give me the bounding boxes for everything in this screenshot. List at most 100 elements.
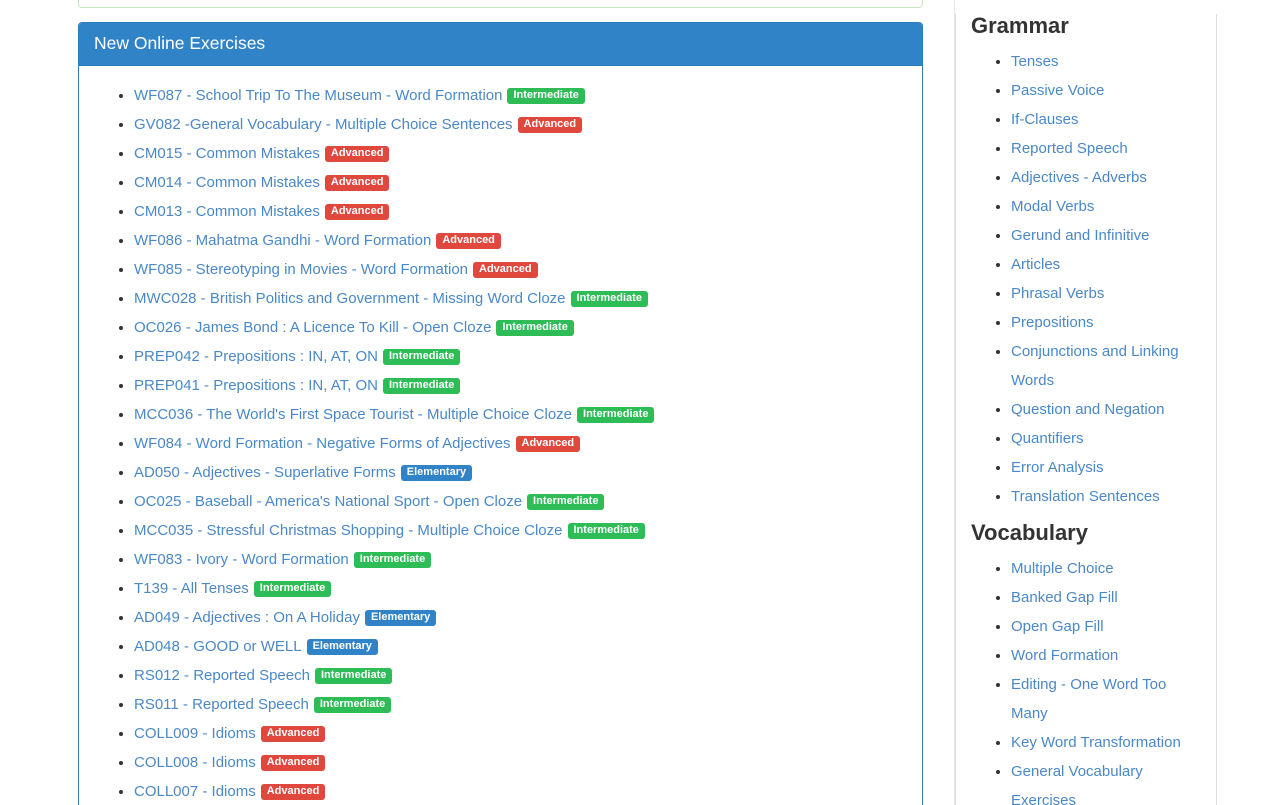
sidebar-item-tenses[interactable]: Tenses [1011,53,1059,70]
list-item: Phrasal Verbs [1011,279,1201,308]
list-item: CM015 - Common Mistakes Advanced [134,139,907,168]
exercise-link[interactable]: CM015 - Common Mistakes [134,145,320,162]
level-badge: Intermediate [314,697,391,713]
exercise-link[interactable]: CM014 - Common Mistakes [134,174,320,191]
new-online-exercises-panel-body: WF087 - School Trip To The Museum - Word… [79,66,922,805]
list-item: Tenses [1011,47,1201,76]
level-badge: Intermediate [527,494,604,510]
sidebar-item-key-word-transformation[interactable]: Key Word Transformation [1011,734,1181,751]
sidebar-item-modal-verbs[interactable]: Modal Verbs [1011,198,1094,215]
exercise-link[interactable]: PREP042 - Prepositions : IN, AT, ON [134,348,378,365]
exercise-link[interactable]: OC025 - Baseball - America's National Sp… [134,493,522,510]
list-item: MCC035 - Stressful Christmas Shopping - … [134,516,907,545]
list-item: WF087 - School Trip To The Museum - Word… [134,81,907,110]
sidebar-item-prepositions[interactable]: Prepositions [1011,314,1094,331]
sidebar-item-general-vocabulary-exercises[interactable]: General Vocabulary Exercises [1011,763,1143,805]
sidebar-item-multiple-choice[interactable]: Multiple Choice [1011,560,1114,577]
list-item: OC025 - Baseball - America's National Sp… [134,487,907,516]
exercise-link[interactable]: MCC036 - The World's First Space Tourist… [134,406,572,423]
main-content-column: New Online Exercises WF087 - School Trip… [78,0,923,805]
exercise-link[interactable]: WF087 - School Trip To The Museum - Word… [134,87,502,104]
page-title: New Online Exercises [94,34,907,53]
sidebar-item-passive-voice[interactable]: Passive Voice [1011,82,1104,99]
exercise-link[interactable]: COLL009 - Idioms [134,725,256,742]
vocabulary-link-list: Multiple Choice Banked Gap Fill Open Gap F… [971,554,1201,805]
level-badge: Intermediate [571,291,648,307]
list-item: CM013 - Common Mistakes Advanced [134,197,907,226]
exercise-link[interactable]: WF084 - Word Formation - Negative Forms … [134,435,511,452]
sidebar-item-open-gap-fill[interactable]: Open Gap Fill [1011,618,1104,635]
list-item: COLL007 - Idioms Advanced [134,777,907,805]
exercise-link[interactable]: RS012 - Reported Speech [134,667,310,684]
exercise-link[interactable]: AD050 - Adjectives - Superlative Forms [134,464,396,481]
level-badge: Intermediate [383,349,460,365]
level-badge: Intermediate [354,552,431,568]
exercise-link[interactable]: WF083 - Ivory - Word Formation [134,551,349,568]
exercise-link[interactable]: CM013 - Common Mistakes [134,203,320,220]
list-item: Translation Sentences [1011,482,1201,511]
exercise-list: WF087 - School Trip To The Museum - Word… [94,81,907,805]
list-item: OC026 - James Bond : A Licence To Kill -… [134,313,907,342]
list-item: Quantifiers [1011,424,1201,453]
list-item: MCC036 - The World's First Space Tourist… [134,400,907,429]
exercise-link[interactable]: COLL007 - Idioms [134,783,256,800]
level-badge: Intermediate [568,523,645,539]
list-item: AD050 - Adjectives - Superlative Forms El… [134,458,907,487]
level-badge: Intermediate [577,407,654,423]
sidebar-item-gerund-and-infinitive[interactable]: Gerund and Infinitive [1011,227,1149,244]
sidebar-item-adjectives-adverbs[interactable]: Adjectives - Adverbs [1011,169,1147,186]
exercise-link[interactable]: PREP041 - Prepositions : IN, AT, ON [134,377,378,394]
exercise-link[interactable]: T139 - All Tenses [134,580,249,597]
list-item: Word Formation [1011,641,1201,670]
list-item: WF083 - Ivory - Word Formation Intermedia… [134,545,907,574]
sidebar-item-articles[interactable]: Articles [1011,256,1060,273]
list-item: WF085 - Stereotyping in Movies - Word Fo… [134,255,907,284]
list-item: Modal Verbs [1011,192,1201,221]
list-item: RS012 - Reported SpeechIntermediate [134,661,907,690]
level-badge: Advanced [261,755,326,771]
exercise-link[interactable]: MCC035 - Stressful Christmas Shopping - … [134,522,563,539]
list-item: T139 - All Tenses Intermediate [134,574,907,603]
exercise-link[interactable]: WF086 - Mahatma Gandhi - Word Formation [134,232,431,249]
list-item: PREP042 - Prepositions : IN, AT, ON Inter… [134,342,907,371]
level-badge: Elementary [365,610,436,626]
sidebar-item-if-clauses[interactable]: If-Clauses [1011,111,1079,128]
list-item: Reported Speech [1011,134,1201,163]
exercise-link[interactable]: GV082 -General Vocabulary - Multiple Cho… [134,116,513,133]
exercise-link[interactable]: AD048 - GOOD or WELL [134,638,302,655]
level-badge: Elementary [307,639,378,655]
exercise-link[interactable]: AD049 - Adjectives : On A Holiday [134,609,360,626]
sidebar-item-conjunctions-and-linking-words[interactable]: Conjunctions and Linking Words [1011,343,1179,389]
exercise-link[interactable]: RS011 - Reported Speech [134,696,309,713]
level-badge: Advanced [261,784,326,800]
sidebar-item-question-and-negation[interactable]: Question and Negation [1011,401,1164,418]
level-badge: Advanced [518,117,583,133]
sidebar-item-translation-sentences[interactable]: Translation Sentences [1011,488,1160,505]
sidebar-item-banked-gap-fill[interactable]: Banked Gap Fill [1011,589,1118,606]
sidebar-item-error-analysis[interactable]: Error Analysis [1011,459,1104,476]
sidebar-item-reported-speech[interactable]: Reported Speech [1011,140,1128,157]
list-item: General Vocabulary Exercises [1011,757,1201,805]
list-item: Open Gap Fill [1011,612,1201,641]
list-item: Adjectives - Adverbs [1011,163,1201,192]
level-badge: Advanced [436,233,501,249]
sidebar-heading-vocabulary: Vocabulary [971,521,1201,545]
sidebar-item-quantifiers[interactable]: Quantifiers [1011,430,1084,447]
exercise-link[interactable]: MWC028 - British Politics and Government… [134,290,566,307]
new-online-exercises-panel-header: New Online Exercises [79,23,922,66]
level-badge: Advanced [261,726,326,742]
sidebar-item-word-formation[interactable]: Word Formation [1011,647,1118,664]
level-badge: Advanced [325,204,390,220]
list-item: Conjunctions and Linking Words [1011,337,1201,395]
exercise-link[interactable]: COLL008 - Idioms [134,754,256,771]
exercise-link[interactable]: OC026 - James Bond : A Licence To Kill -… [134,319,491,336]
level-badge: Intermediate [254,581,331,597]
sidebar-item-editing-one-word-too-many[interactable]: Editing - One Word Too Many [1011,676,1166,722]
list-item: Question and Negation [1011,395,1201,424]
list-item: RS011 - Reported Speech Intermediate [134,690,907,719]
level-badge: Advanced [325,146,390,162]
sidebar-item-phrasal-verbs[interactable]: Phrasal Verbs [1011,285,1104,302]
exercise-link[interactable]: WF085 - Stereotyping in Movies - Word Fo… [134,261,468,278]
list-item: Editing - One Word Too Many [1011,670,1201,728]
level-badge: Elementary [401,465,472,481]
